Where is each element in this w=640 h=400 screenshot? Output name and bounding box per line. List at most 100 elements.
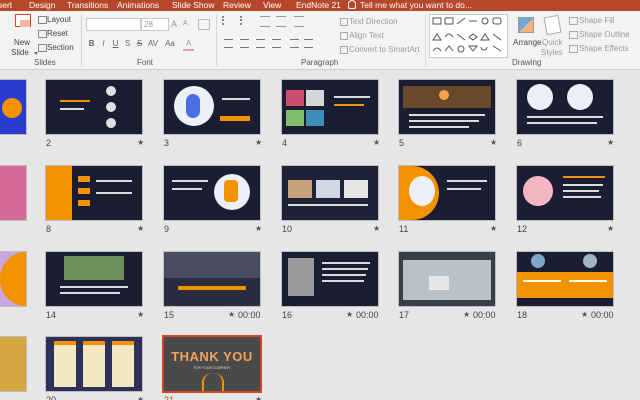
grow-font-button[interactable]: A [171,19,177,29]
slide-thumbnail-12[interactable] [517,166,613,220]
slide-number: 2 [46,138,52,148]
new-slide-label-2[interactable]: Slide [11,48,29,57]
star-icon: ★ [255,138,263,147]
increase-indent-icon[interactable] [276,16,286,27]
ribbon: New Slide Layout Reset Section Slides 28… [0,11,640,70]
quick-styles-icon[interactable] [543,14,562,36]
new-slide-label[interactable]: New [14,38,30,47]
slide-thumbnail-9[interactable] [164,166,260,220]
star-icon: ★ [137,395,145,400]
slide-thumbnail-20[interactable] [46,337,142,391]
font-color-button[interactable]: A [183,38,194,51]
star-icon: ★ [137,224,145,233]
reset-button[interactable]: Reset [47,29,68,38]
tab-insert[interactable]: sert [0,0,12,11]
slide-thumbnail-4[interactable] [282,80,378,134]
font-name-combo[interactable] [86,18,141,31]
shape-fill-button[interactable]: Shape Fill [579,16,615,25]
numbering-icon[interactable] [240,16,252,25]
tab-slide-show[interactable]: Slide Show [172,0,215,11]
new-slide-icon-back [20,20,30,27]
slide-thumbnail-partial[interactable] [0,252,26,306]
star-icon: ★ [490,224,498,233]
slide-number: 15 [164,310,175,320]
smartart-icon [340,46,348,54]
tab-endnote[interactable]: EndNote 21 [296,0,341,11]
decrease-indent-icon[interactable] [260,16,270,27]
section-icon [38,44,47,52]
strikethrough-button[interactable]: S [134,38,145,49]
slide-thumbnail-2[interactable] [46,80,142,134]
slide-number: 5 [399,138,405,148]
align-right-icon[interactable] [256,39,265,48]
arrange-icon[interactable] [518,17,534,33]
group-separator [81,14,82,66]
bullets-icon[interactable] [222,16,234,25]
shadow-button[interactable]: S [122,38,133,49]
arrange-button[interactable]: Arrange [513,38,541,47]
slide-number: 8 [46,224,52,234]
shape-effects-button[interactable]: Shape Effects [579,44,629,53]
group-separator [425,14,426,66]
shrink-font-button[interactable]: A [183,20,188,27]
tab-transitions[interactable]: Transitions [67,0,108,11]
tab-view[interactable]: View [263,0,281,11]
underline-button[interactable]: U [110,38,121,49]
columns-icon[interactable] [290,39,299,48]
tab-review[interactable]: Review [223,0,251,11]
slide-thumbnail-partial[interactable] [0,80,26,134]
shape-outline-button[interactable]: Shape Outline [579,30,630,39]
tab-design[interactable]: Design [29,0,55,11]
group-label-slides: Slides [34,58,56,67]
slide-thumbnail-partial[interactable] [0,166,26,220]
justify-icon[interactable] [272,39,281,48]
quick-styles-label-2[interactable]: Styles [541,48,563,57]
shape-outline-icon [569,31,578,39]
shapes-gallery-icon[interactable] [429,14,508,58]
bold-button[interactable]: B [86,38,97,49]
slide-thumbnail-6[interactable] [517,80,613,134]
slide-thumbnail-11[interactable] [399,166,495,220]
chevron-down-icon[interactable] [34,52,38,55]
section-button[interactable]: Section [47,43,74,52]
slide-number: 4 [282,138,288,148]
slide-thumbnail-21[interactable]: THANK YOU FOR YOUR COMPANY [164,337,260,391]
tell-me-search[interactable]: Tell me what you want to do... [348,0,472,11]
star-icon: ★ [607,138,615,147]
slide-thumbnail-18[interactable] [517,252,613,306]
slide-sorter[interactable]: 2 ★ 3 ★ 4 ★ 5 ★ 6 ★ 8 ★ 9 ★ 10 ★ 11 ★ 12… [0,70,640,400]
line-spacing-icon[interactable] [304,39,313,48]
clear-formatting-icon[interactable] [198,19,210,30]
slide-thumbnail-10[interactable] [282,166,378,220]
tell-me-text: Tell me what you want to do... [360,0,472,10]
align-left-icon[interactable] [224,39,233,48]
change-case-button[interactable]: Aa [163,38,177,49]
slide-thumbnail-15[interactable] [164,252,260,306]
font-size-combo[interactable]: 28 [141,18,169,31]
star-icon: ★ [463,310,471,319]
slide-thumbnail-17[interactable] [399,252,495,306]
layout-button[interactable]: Layout [47,15,71,24]
convert-smartart-button[interactable]: Convert to SmartArt [349,45,420,54]
align-text-button[interactable]: Align Text [349,31,384,40]
text-direction-button[interactable]: Text Direction [349,17,397,26]
align-center-icon[interactable] [240,39,249,48]
lightbulb-icon [348,0,356,9]
tab-animations[interactable]: Animations [117,0,159,11]
slide-thumbnail-14[interactable] [46,252,142,306]
slide-duration: 00:00 [591,310,614,320]
italic-button[interactable]: I [98,38,109,49]
slide-number: 18 [517,310,528,320]
quick-styles-label[interactable]: Quick [542,38,562,47]
rtl-icon[interactable] [294,16,304,27]
slide-number: 21 [164,395,175,400]
slide-thumbnail-8[interactable] [46,166,142,220]
slide-thumbnail-5[interactable] [399,80,495,134]
slide-thumbnail-3[interactable] [164,80,260,134]
slide-thumbnail-partial[interactable] [0,337,26,391]
slide-thumbnail-16[interactable] [282,252,378,306]
star-icon: ★ [607,224,615,233]
character-spacing-button[interactable]: AV [146,38,160,49]
slide-number: 6 [517,138,523,148]
slide-number: 17 [399,310,410,320]
